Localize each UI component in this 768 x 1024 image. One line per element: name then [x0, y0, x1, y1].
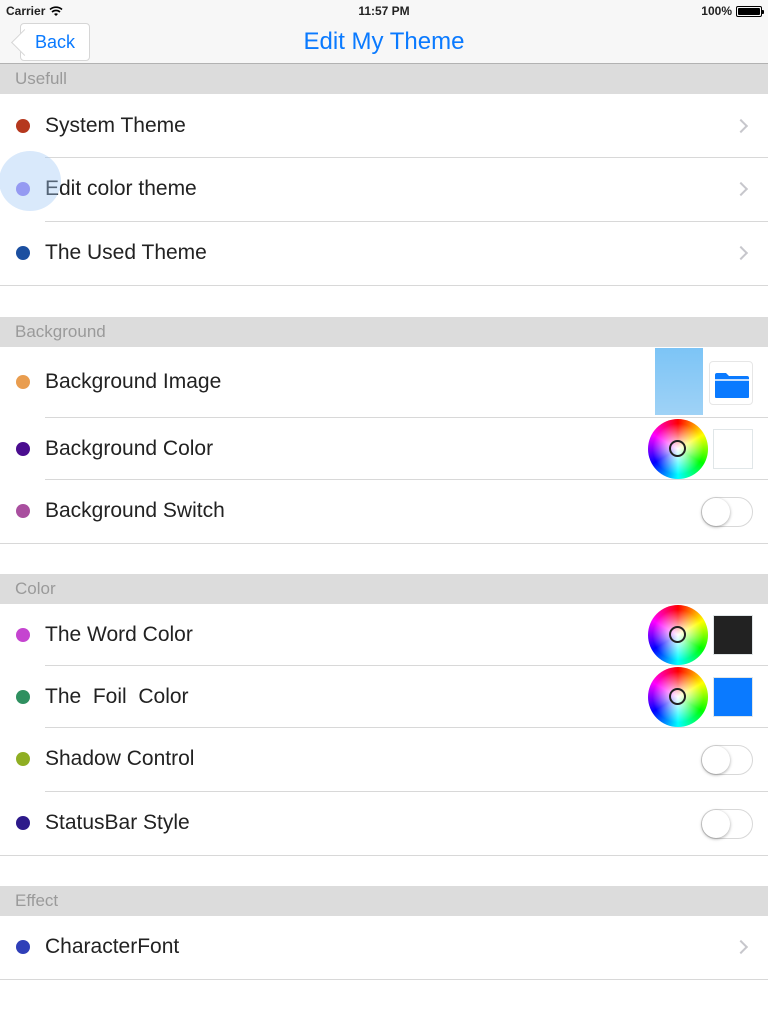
row-background-color[interactable]: Background Color: [0, 418, 768, 479]
status-dot: [16, 816, 30, 830]
navigation-bar: Back Edit My Theme: [0, 20, 768, 64]
color-swatch[interactable]: [713, 677, 753, 717]
statusbar-style-toggle[interactable]: [701, 809, 753, 839]
color-swatch[interactable]: [713, 615, 753, 655]
row-label: Background Switch: [45, 499, 225, 522]
page-title: Edit My Theme: [303, 28, 465, 55]
chevron-right-icon: [733, 118, 749, 134]
status-dot: [16, 940, 30, 954]
folder-button[interactable]: [709, 361, 753, 405]
status-dot: [16, 246, 30, 260]
background-switch-toggle[interactable]: [701, 497, 753, 527]
battery-icon: [736, 5, 764, 17]
row-label: Background Image: [45, 370, 222, 393]
color-wheel-icon[interactable]: [648, 419, 708, 479]
row-label: Edit color theme: [45, 177, 197, 200]
chevron-right-icon: [733, 939, 749, 955]
status-right: 100%: [701, 4, 764, 18]
row-the-foil-color[interactable]: The Foil Color: [0, 666, 768, 727]
status-dot: [16, 375, 30, 389]
row-edit-color-theme[interactable]: Edit color theme: [0, 158, 768, 221]
row-shadow-control: Shadow Control: [0, 728, 768, 791]
row-label: StatusBar Style: [45, 811, 190, 834]
row-label: Shadow Control: [45, 747, 195, 770]
status-dot: [16, 504, 30, 518]
row-characterfont[interactable]: CharacterFont: [0, 917, 768, 979]
background-image-preview[interactable]: [655, 348, 703, 415]
status-dot: [16, 752, 30, 766]
row-statusbar-style: StatusBar Style: [0, 792, 768, 855]
row-label: The Foil Color: [45, 685, 189, 708]
section-header-usefull: Usefull: [0, 64, 768, 94]
row-label: Background Color: [45, 437, 214, 460]
separator: [0, 855, 768, 856]
section-header-color: Color: [0, 574, 768, 604]
chevron-right-icon: [733, 181, 749, 197]
shadow-control-toggle[interactable]: [701, 745, 753, 775]
color-wheel-icon[interactable]: [648, 605, 708, 665]
touch-indicator: [0, 151, 61, 211]
status-dot: [16, 442, 30, 456]
color-wheel-icon[interactable]: [648, 667, 708, 727]
chevron-right-icon: [733, 245, 749, 261]
section-header-effect: Effect: [0, 886, 768, 916]
separator: [0, 543, 768, 544]
row-background-switch: Background Switch: [0, 480, 768, 543]
battery-percent: 100%: [701, 4, 732, 18]
row-the-word-color[interactable]: The Word Color: [0, 605, 768, 665]
status-dot: [16, 119, 30, 133]
section-header-background: Background: [0, 317, 768, 347]
back-button-label: Back: [35, 31, 76, 52]
status-dot: [16, 690, 30, 704]
color-swatch[interactable]: [713, 429, 753, 469]
row-system-theme[interactable]: System Theme: [0, 95, 768, 158]
separator: [0, 979, 768, 980]
separator: [0, 285, 768, 286]
folder-icon: [715, 373, 749, 398]
row-label: System Theme: [45, 114, 186, 137]
row-label: The Used Theme: [45, 241, 207, 264]
status-time: 11:57 PM: [358, 4, 410, 18]
row-background-image[interactable]: Background Image: [0, 348, 768, 417]
back-button[interactable]: Back: [20, 23, 91, 61]
status-bar: Carrier 11:57 PM 100%: [0, 0, 768, 20]
row-label: CharacterFont: [45, 935, 180, 958]
row-label: The Word Color: [45, 623, 193, 646]
row-the-used-theme[interactable]: The Used Theme: [0, 222, 768, 285]
status-dot: [16, 628, 30, 642]
